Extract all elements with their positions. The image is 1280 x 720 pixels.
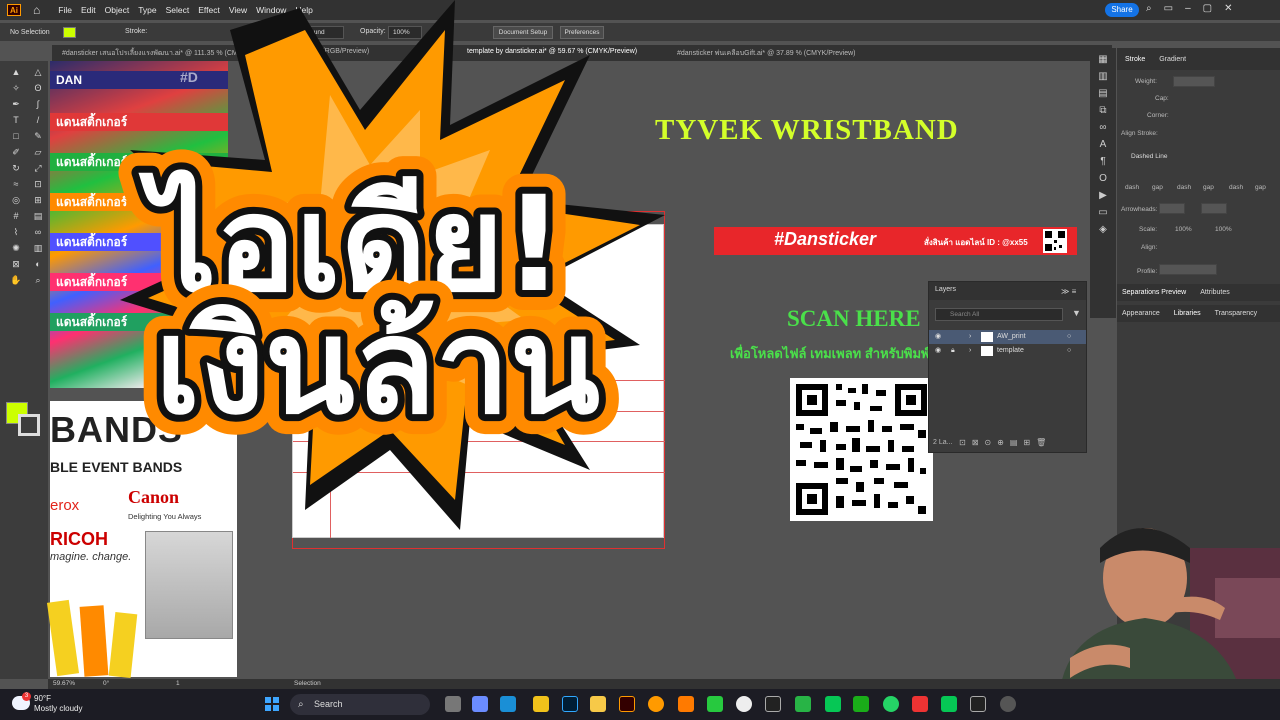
chrome-icon[interactable] bbox=[533, 696, 549, 712]
status-bar: 59.67% 0° 1 Selection bbox=[48, 679, 1280, 689]
task-view-icon[interactable] bbox=[445, 696, 461, 712]
weather-widget[interactable]: 90°F Mostly cloudy bbox=[34, 694, 82, 714]
windows-taskbar: 3 90°F Mostly cloudy Search ⌕ bbox=[0, 689, 1280, 720]
app-icon[interactable] bbox=[736, 696, 752, 712]
presenter-photo bbox=[1060, 528, 1280, 689]
temperature: 90°F bbox=[34, 694, 51, 703]
zoom-level[interactable]: 59.67% bbox=[53, 680, 75, 687]
file-explorer-icon[interactable] bbox=[590, 696, 606, 712]
headline-line2: เงินล้าน bbox=[155, 290, 600, 444]
app-icon[interactable] bbox=[795, 696, 811, 712]
copilot-icon[interactable] bbox=[472, 696, 488, 712]
weather-badge: 3 bbox=[22, 692, 31, 701]
app-icon[interactable] bbox=[912, 696, 928, 712]
artboard-number[interactable]: 1 bbox=[176, 680, 180, 687]
phone-app-icon[interactable] bbox=[707, 696, 723, 712]
photoshop-icon[interactable] bbox=[562, 696, 578, 712]
rotation-value[interactable]: 0° bbox=[103, 680, 109, 687]
taskbar-search[interactable]: Search bbox=[290, 694, 430, 715]
edge-icon[interactable] bbox=[500, 696, 516, 712]
line-app-icon[interactable] bbox=[941, 696, 957, 712]
current-tool: Selection bbox=[294, 680, 321, 687]
capcut-icon[interactable] bbox=[765, 696, 781, 712]
line-app-icon[interactable] bbox=[825, 696, 841, 712]
windows-start-icon[interactable] bbox=[265, 697, 279, 711]
app-icon[interactable] bbox=[1000, 696, 1016, 712]
wechat-icon[interactable] bbox=[853, 696, 869, 712]
search-icon: ⌕ bbox=[298, 699, 304, 710]
weather-condition: Mostly cloudy bbox=[34, 704, 83, 713]
app-icon[interactable] bbox=[678, 696, 694, 712]
illustrator-icon[interactable] bbox=[619, 696, 635, 712]
capcut-icon[interactable] bbox=[970, 696, 986, 712]
search-app-icon[interactable] bbox=[648, 696, 664, 712]
whatsapp-icon[interactable] bbox=[883, 696, 899, 712]
